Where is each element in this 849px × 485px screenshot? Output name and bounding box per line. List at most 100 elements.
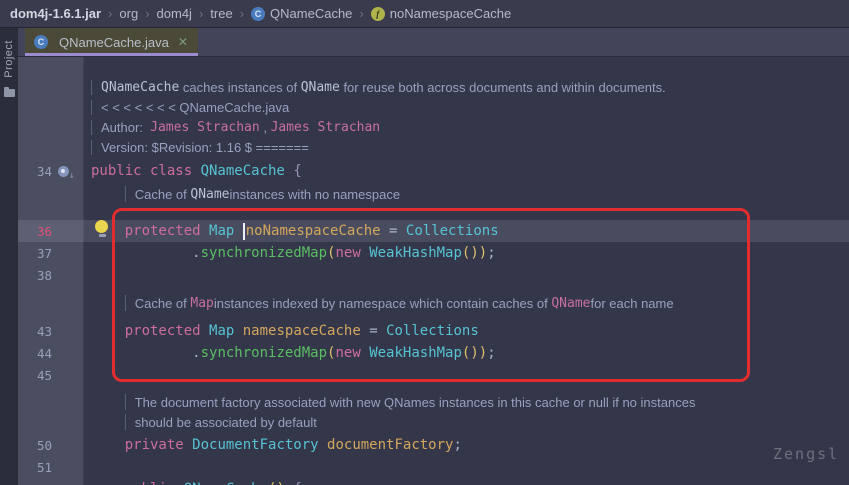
line-number[interactable]: 34 — [30, 164, 52, 179]
doc-comment-line[interactable]: The document factory associated with new… — [18, 392, 849, 412]
gutter-cell[interactable]: 50 — [18, 438, 84, 453]
code-line-37[interactable]: 37 .synchronizedMap(new WeakHashMap()); — [18, 242, 849, 264]
token-kw: new — [335, 345, 369, 361]
breadcrumb-item-org[interactable]: org — [119, 6, 138, 21]
line-number[interactable]: 44 — [30, 346, 52, 361]
text-caret — [243, 223, 245, 240]
line-number[interactable]: 38 — [30, 268, 52, 283]
overridden-marker-icon[interactable] — [58, 166, 69, 177]
line-content[interactable]: should be associated by default — [84, 414, 849, 430]
doc-comment-line[interactable]: < < < < < < < QNameCache.java — [18, 97, 849, 117]
code-line-51[interactable]: 51 — [18, 456, 849, 478]
token-paren: () — [268, 481, 285, 485]
breadcrumb-item-tree[interactable]: tree — [210, 6, 232, 21]
overridden-marker-icon[interactable] — [55, 164, 71, 178]
code-line-38[interactable]: 38 — [18, 264, 849, 286]
line-number[interactable]: 43 — [30, 324, 52, 339]
code-line-36[interactable]: 36 protected Map noNamespaceCache = Coll… — [18, 220, 849, 242]
code-line-50[interactable]: 50 private DocumentFactory documentFacto… — [18, 434, 849, 456]
token-doc: should be associated by default — [135, 415, 317, 430]
gutter-icon-slot — [55, 324, 71, 338]
tab-qnamecache-java[interactable]: C QNameCache.java ✕ — [25, 28, 198, 56]
gutter-cell[interactable] — [18, 120, 84, 134]
breadcrumb-item-qnamecache[interactable]: CQNameCache — [251, 6, 352, 21]
breadcrumb-label: org — [119, 6, 138, 21]
line-content[interactable]: .synchronizedMap(new WeakHashMap()); — [84, 345, 849, 361]
project-tool-window-button[interactable]: Project — [3, 40, 15, 78]
gutter-cell[interactable]: 52 — [18, 482, 84, 485]
token-doc: The document factory associated with new… — [135, 395, 696, 410]
gutter-cell[interactable]: 51 — [18, 460, 84, 475]
breadcrumb-item-dom4j[interactable]: dom4j — [157, 6, 192, 21]
line-content[interactable]: Cache of QNameinstances with no namespac… — [84, 186, 849, 202]
line-number[interactable]: 36 — [30, 224, 52, 239]
intention-bulb-icon[interactable] — [95, 220, 109, 237]
line-number[interactable]: 50 — [30, 438, 52, 453]
gutter-cell[interactable] — [18, 296, 84, 310]
code-line-45[interactable]: 45 — [18, 364, 849, 386]
gutter-cell[interactable] — [18, 80, 84, 94]
token-method: synchronizedMap — [201, 345, 327, 361]
doc-comment-line[interactable]: Author: James Strachan , James Strachan — [18, 117, 849, 137]
token-ind — [91, 186, 125, 202]
line-number[interactable]: 45 — [30, 368, 52, 383]
gutter-cell[interactable]: 36 — [18, 224, 84, 239]
token-doc: instances indexed by namespace which con… — [214, 296, 551, 311]
line-content[interactable]: protected Map noNamespaceCache = Collect… — [84, 223, 849, 240]
gutter-cell[interactable]: 43 — [18, 324, 84, 339]
breadcrumb-label: dom4j — [157, 6, 192, 21]
gutter-cell[interactable]: 45 — [18, 368, 84, 383]
token-plain: ; — [487, 245, 495, 261]
token-doclink: James Strachan — [150, 120, 260, 135]
breadcrumb: dom4j-1.6.1.jar›org›dom4j›tree›CQNameCac… — [0, 0, 849, 28]
code-editor[interactable]: QNameCache caches instances of QName for… — [18, 57, 849, 485]
breadcrumb-item-dom4j-1-6-1-jar[interactable]: dom4j-1.6.1.jar — [10, 6, 101, 21]
code-line-44[interactable]: 44 .synchronizedMap(new WeakHashMap()); — [18, 342, 849, 364]
line-content[interactable]: protected Map namespaceCache = Collectio… — [84, 323, 849, 339]
code-line-52[interactable]: 52 public QNameCache() { — [18, 478, 849, 485]
doc-comment-line[interactable]: Version: $Revision: 1.16 $ ======= — [18, 137, 849, 157]
token-paren: ( — [327, 345, 335, 361]
line-content[interactable]: public QNameCache() { — [84, 481, 849, 485]
gutter-cell[interactable] — [18, 415, 84, 429]
gutter-cell[interactable]: 44 — [18, 346, 84, 361]
editor-column: C QNameCache.java ✕ QNameCache caches in… — [18, 28, 849, 485]
gutter-icon-slot — [55, 140, 71, 154]
gutter-cell[interactable] — [18, 100, 84, 114]
line-content[interactable]: private DocumentFactory documentFactory; — [84, 437, 849, 453]
gutter-cell[interactable] — [18, 187, 84, 201]
token-doclink: Map — [190, 296, 213, 311]
gutter-cell[interactable] — [18, 140, 84, 154]
line-content[interactable]: public class QNameCache { — [84, 163, 849, 179]
gutter-icon-slot — [55, 460, 71, 474]
line-content[interactable]: Version: $Revision: 1.16 $ ======= — [84, 140, 849, 155]
gutter-cell[interactable]: 37 — [18, 246, 84, 261]
gutter-cell[interactable]: 34 — [18, 164, 84, 179]
line-content[interactable]: The document factory associated with new… — [84, 394, 849, 410]
line-content[interactable]: .synchronizedMap(new WeakHashMap()); — [84, 245, 849, 261]
line-number[interactable]: 51 — [30, 460, 52, 475]
line-number[interactable]: 52 — [30, 482, 52, 485]
code-line-43[interactable]: 43 protected Map namespaceCache = Collec… — [18, 320, 849, 342]
doc-comment-line[interactable]: should be associated by default — [18, 412, 849, 432]
bulb-base — [99, 234, 106, 237]
spacer — [18, 204, 849, 220]
token-kw: protected — [125, 223, 209, 239]
line-content[interactable]: < < < < < < < QNameCache.java — [84, 100, 849, 115]
doc-comment-line[interactable]: Cache of QNameinstances with no namespac… — [18, 184, 849, 204]
gutter-cell[interactable] — [18, 395, 84, 409]
token-doc: Author: — [101, 120, 150, 135]
line-number[interactable]: 37 — [30, 246, 52, 261]
gutter-icon-slot — [55, 120, 71, 134]
doc-comment-line[interactable]: QNameCache caches instances of QName for… — [18, 77, 849, 97]
token-plain: ; — [487, 345, 495, 361]
breadcrumb-item-nonamespacecache[interactable]: fnoNamespaceCache — [371, 6, 511, 21]
gutter-icon-slot — [55, 296, 71, 310]
tab-close-icon[interactable]: ✕ — [178, 35, 188, 49]
doc-comment-line[interactable]: Cache of Mapinstances indexed by namespa… — [18, 293, 849, 313]
line-content[interactable]: QNameCache caches instances of QName for… — [84, 80, 849, 95]
code-line-34[interactable]: 34 public class QNameCache { — [18, 160, 849, 182]
line-content[interactable]: Cache of Mapinstances indexed by namespa… — [84, 295, 849, 311]
line-content[interactable]: Author: James Strachan , James Strachan — [84, 120, 849, 135]
gutter-cell[interactable]: 38 — [18, 268, 84, 283]
